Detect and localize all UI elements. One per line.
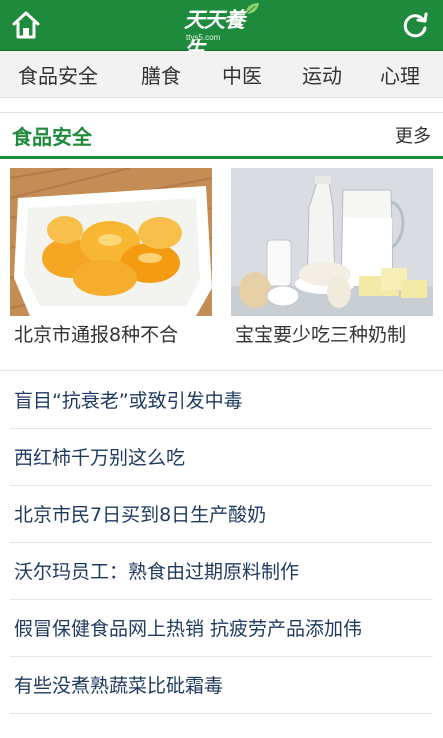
- news-title: 有些没煮熟蔬菜比砒霜毒: [14, 675, 224, 697]
- site-logo[interactable]: 天天養生 ttys5.com: [180, 0, 262, 62]
- featured-card-1[interactable]: 北京市通报8种不合: [10, 168, 212, 354]
- featured-card-2[interactable]: 宝宝要少吃三种奶制: [231, 168, 433, 354]
- card-caption: 北京市通报8种不合: [14, 324, 179, 346]
- news-item[interactable]: 有些没煮熟蔬菜比砒霜毒: [10, 657, 433, 714]
- peach-dessert-image: [10, 168, 212, 316]
- section-title: 食品安全: [12, 125, 92, 149]
- section-header: 食品安全 更多: [0, 112, 443, 159]
- tab-exercise[interactable]: 运动: [302, 60, 342, 89]
- news-item[interactable]: 沃尔玛员工：熟食由过期原料制作: [10, 543, 433, 600]
- news-title: 西红柿千万别这么吃: [14, 447, 186, 469]
- top-app-bar: 天天養生 ttys5.com: [0, 0, 443, 62]
- dairy-products-image: [231, 168, 433, 316]
- tab-psychology[interactable]: 心理: [380, 60, 420, 89]
- news-title: 假冒保健食品网上热销 抗疲劳产品添加伟: [14, 618, 363, 640]
- news-item[interactable]: 盲目“抗衰老”或致引发中毒: [10, 372, 433, 429]
- refresh-icon[interactable]: [399, 9, 431, 41]
- category-nav: 食品安全 膳食 中医 运动 心理: [0, 51, 443, 98]
- news-title: 盲目“抗衰老”或致引发中毒: [14, 390, 243, 412]
- news-item[interactable]: 假冒保健食品网上热销 抗疲劳产品添加伟: [10, 600, 433, 657]
- section-divider: [0, 370, 443, 371]
- tab-chinese-medicine[interactable]: 中医: [222, 60, 262, 89]
- tab-food-safety[interactable]: 食品安全: [18, 60, 98, 89]
- news-title: 北京市民7日买到8日生产酸奶: [14, 504, 267, 526]
- news-title: 沃尔玛员工：熟食由过期原料制作: [14, 561, 300, 583]
- more-link[interactable]: 更多: [395, 122, 431, 148]
- tab-diet[interactable]: 膳食: [141, 60, 181, 89]
- home-icon[interactable]: [10, 9, 42, 41]
- news-item[interactable]: 西红柿千万别这么吃: [10, 429, 433, 486]
- logo-domain: ttys5.com: [186, 33, 221, 42]
- card-caption: 宝宝要少吃三种奶制: [235, 324, 407, 346]
- news-item[interactable]: 北京市民7日买到8日生产酸奶: [10, 486, 433, 543]
- leaf-icon: [245, 3, 259, 15]
